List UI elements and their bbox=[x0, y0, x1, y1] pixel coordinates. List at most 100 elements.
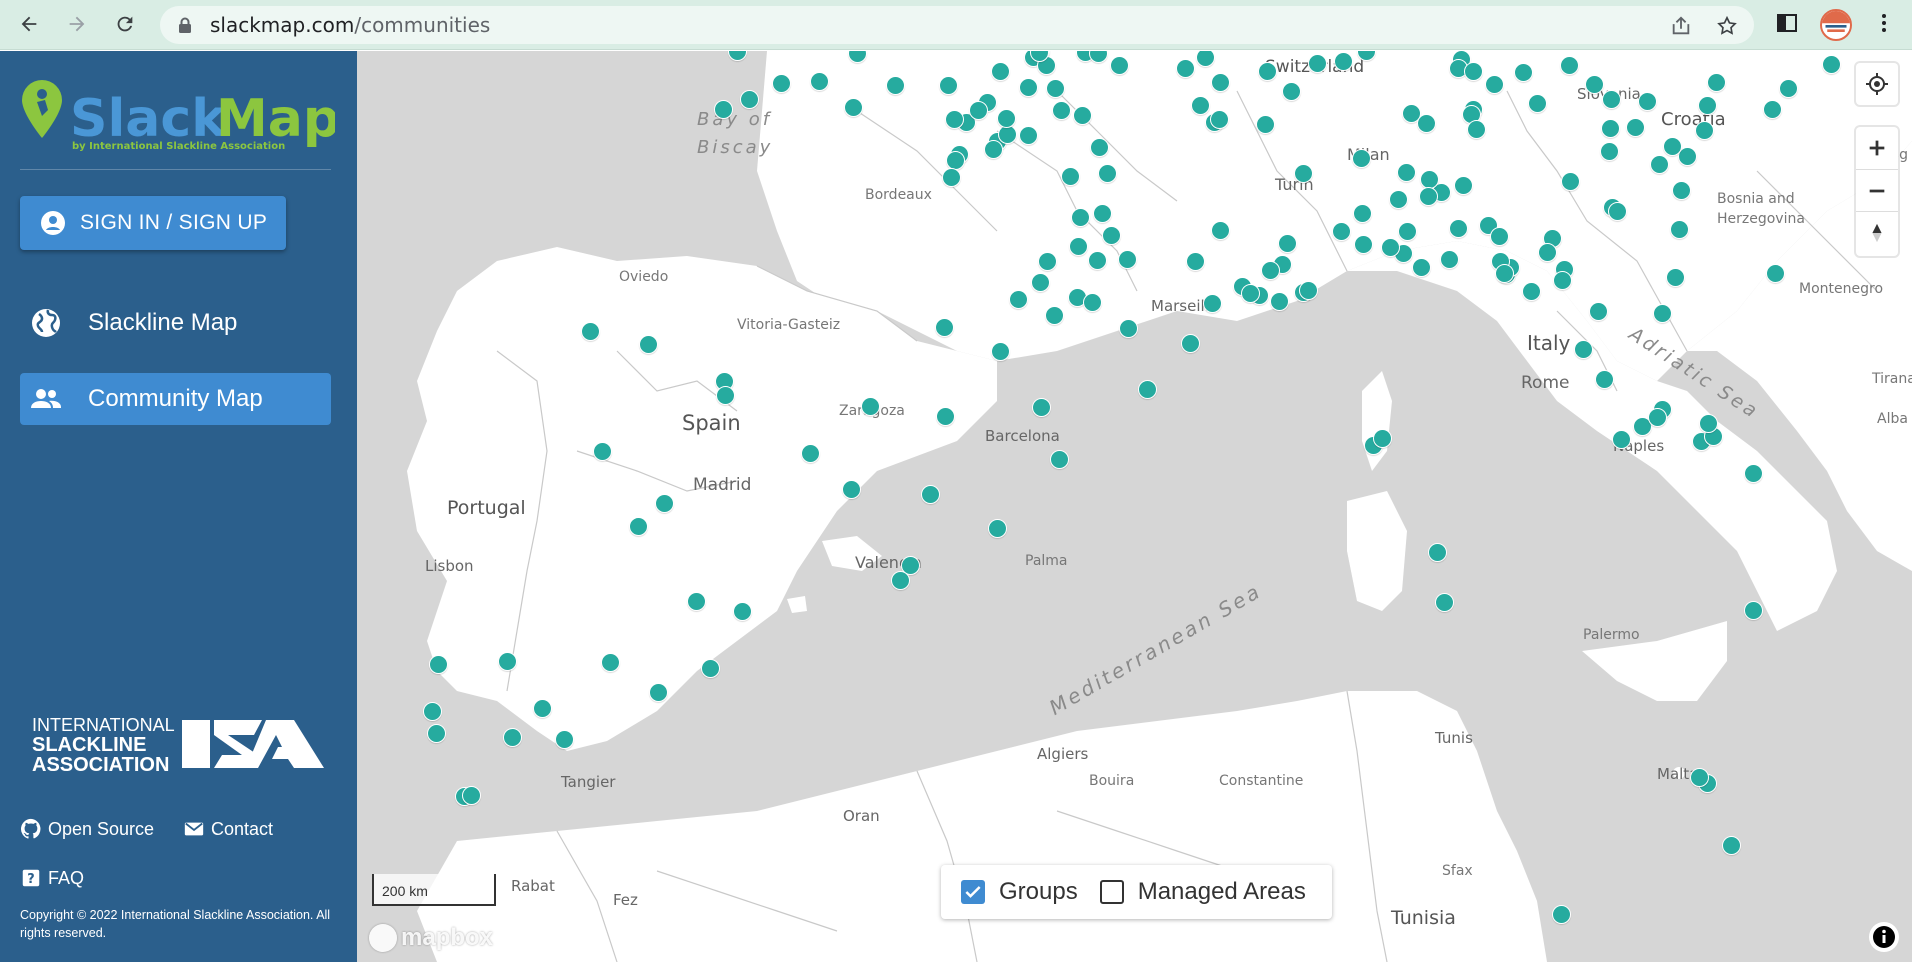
community-marker[interactable] bbox=[1269, 291, 1289, 311]
community-marker[interactable] bbox=[1060, 166, 1080, 186]
community-marker[interactable] bbox=[934, 317, 954, 337]
community-marker[interactable] bbox=[860, 396, 880, 416]
zoom-out-button[interactable] bbox=[1856, 169, 1898, 211]
community-marker[interactable] bbox=[990, 341, 1010, 361]
community-map[interactable]: Bay of Biscay Bordeaux Oviedo Vitoria-Ga… bbox=[357, 51, 1912, 962]
reload-button[interactable] bbox=[108, 7, 142, 41]
community-marker[interactable] bbox=[1101, 225, 1121, 245]
open-source-link[interactable]: Open Source bbox=[20, 818, 154, 840]
mapbox-logo[interactable]: mapbox bbox=[369, 923, 493, 953]
side-panel-icon[interactable] bbox=[1775, 11, 1799, 35]
community-marker[interactable] bbox=[628, 516, 648, 536]
community-marker[interactable] bbox=[996, 108, 1016, 128]
community-marker[interactable] bbox=[1185, 251, 1205, 271]
community-marker[interactable] bbox=[1600, 118, 1620, 138]
community-marker[interactable] bbox=[426, 723, 446, 743]
community-marker[interactable] bbox=[890, 570, 910, 590]
community-marker[interactable] bbox=[1697, 95, 1717, 115]
community-marker[interactable] bbox=[1647, 407, 1667, 427]
community-marker[interactable] bbox=[1388, 189, 1408, 209]
kebab-menu-icon[interactable] bbox=[1872, 11, 1896, 35]
community-marker[interactable] bbox=[654, 493, 674, 513]
community-marker[interactable] bbox=[1599, 141, 1619, 161]
community-marker[interactable] bbox=[1180, 333, 1200, 353]
community-marker[interactable] bbox=[1372, 428, 1392, 448]
community-marker[interactable] bbox=[1484, 74, 1504, 94]
community-marker[interactable] bbox=[1049, 449, 1069, 469]
community-marker[interactable] bbox=[1607, 201, 1627, 221]
community-marker[interactable] bbox=[1118, 318, 1138, 338]
community-marker[interactable] bbox=[1439, 249, 1459, 269]
community-marker[interactable] bbox=[1045, 78, 1065, 98]
community-marker[interactable] bbox=[920, 484, 940, 504]
community-marker[interactable] bbox=[1260, 260, 1280, 280]
community-marker[interactable] bbox=[1352, 203, 1372, 223]
community-marker[interactable] bbox=[1298, 280, 1318, 300]
community-marker[interactable] bbox=[1097, 163, 1117, 183]
community-marker[interactable] bbox=[968, 100, 988, 120]
community-marker[interactable] bbox=[771, 73, 791, 93]
zoom-in-button[interactable] bbox=[1856, 127, 1898, 169]
community-marker[interactable] bbox=[1195, 51, 1215, 67]
community-marker[interactable] bbox=[1072, 105, 1092, 125]
community-marker[interactable] bbox=[1665, 267, 1685, 287]
community-marker[interactable] bbox=[1652, 303, 1672, 323]
address-bar[interactable]: slackmap.com/communities bbox=[160, 6, 1754, 44]
community-marker[interactable] bbox=[1307, 53, 1327, 73]
community-marker[interactable] bbox=[1137, 379, 1157, 399]
community-marker[interactable] bbox=[1706, 72, 1726, 92]
community-marker[interactable] bbox=[715, 385, 735, 405]
community-marker[interactable] bbox=[532, 698, 552, 718]
forward-button[interactable] bbox=[60, 7, 94, 41]
checkbox-checked[interactable] bbox=[961, 880, 985, 904]
community-marker[interactable] bbox=[1255, 114, 1275, 134]
community-marker[interactable] bbox=[843, 97, 863, 117]
community-marker[interactable] bbox=[1018, 125, 1038, 145]
community-marker[interactable] bbox=[739, 89, 759, 109]
community-marker[interactable] bbox=[1281, 81, 1301, 101]
community-marker[interactable] bbox=[945, 150, 965, 170]
community-marker[interactable] bbox=[935, 406, 955, 426]
community-marker[interactable] bbox=[502, 727, 522, 747]
community-marker[interactable] bbox=[1721, 835, 1741, 855]
community-marker[interactable] bbox=[1466, 119, 1486, 139]
community-marker[interactable] bbox=[1397, 221, 1417, 241]
community-marker[interactable] bbox=[648, 682, 668, 702]
community-marker[interactable] bbox=[1044, 305, 1064, 325]
community-marker[interactable] bbox=[686, 591, 706, 611]
community-marker[interactable] bbox=[497, 651, 517, 671]
community-marker[interactable] bbox=[1689, 767, 1709, 787]
profile-avatar[interactable] bbox=[1820, 9, 1852, 41]
community-marker[interactable] bbox=[1396, 162, 1416, 182]
community-marker[interactable] bbox=[841, 479, 861, 499]
community-marker[interactable] bbox=[1453, 175, 1473, 195]
community-marker[interactable] bbox=[1087, 250, 1107, 270]
checkbox-unchecked[interactable] bbox=[1099, 880, 1124, 904]
community-marker[interactable] bbox=[1051, 100, 1071, 120]
community-marker[interactable] bbox=[1588, 301, 1608, 321]
community-marker[interactable] bbox=[1209, 109, 1229, 129]
community-marker[interactable] bbox=[1082, 292, 1102, 312]
community-marker[interactable] bbox=[1190, 95, 1210, 115]
community-marker[interactable] bbox=[1671, 180, 1691, 200]
community-marker[interactable] bbox=[1662, 136, 1682, 156]
community-marker[interactable] bbox=[987, 518, 1007, 538]
community-marker[interactable] bbox=[713, 99, 733, 119]
groups-checkbox[interactable]: Groups bbox=[961, 878, 1078, 906]
community-marker[interactable] bbox=[1331, 221, 1351, 241]
community-marker[interactable] bbox=[1669, 219, 1689, 239]
community-marker[interactable] bbox=[1117, 249, 1137, 269]
community-marker[interactable] bbox=[1743, 463, 1763, 483]
community-marker[interactable] bbox=[1293, 163, 1313, 183]
community-marker[interactable] bbox=[1070, 207, 1090, 227]
community-marker[interactable] bbox=[1202, 293, 1222, 313]
community-marker[interactable] bbox=[1333, 51, 1353, 71]
community-marker[interactable] bbox=[1210, 220, 1230, 240]
community-marker[interactable] bbox=[1694, 120, 1714, 140]
community-marker[interactable] bbox=[983, 139, 1003, 159]
community-marker[interactable] bbox=[1552, 270, 1572, 290]
community-marker[interactable] bbox=[1765, 263, 1785, 283]
community-marker[interactable] bbox=[1030, 272, 1050, 292]
community-marker[interactable] bbox=[1527, 93, 1547, 113]
nav-item-slackline-map[interactable]: Slackline Map bbox=[20, 297, 331, 349]
